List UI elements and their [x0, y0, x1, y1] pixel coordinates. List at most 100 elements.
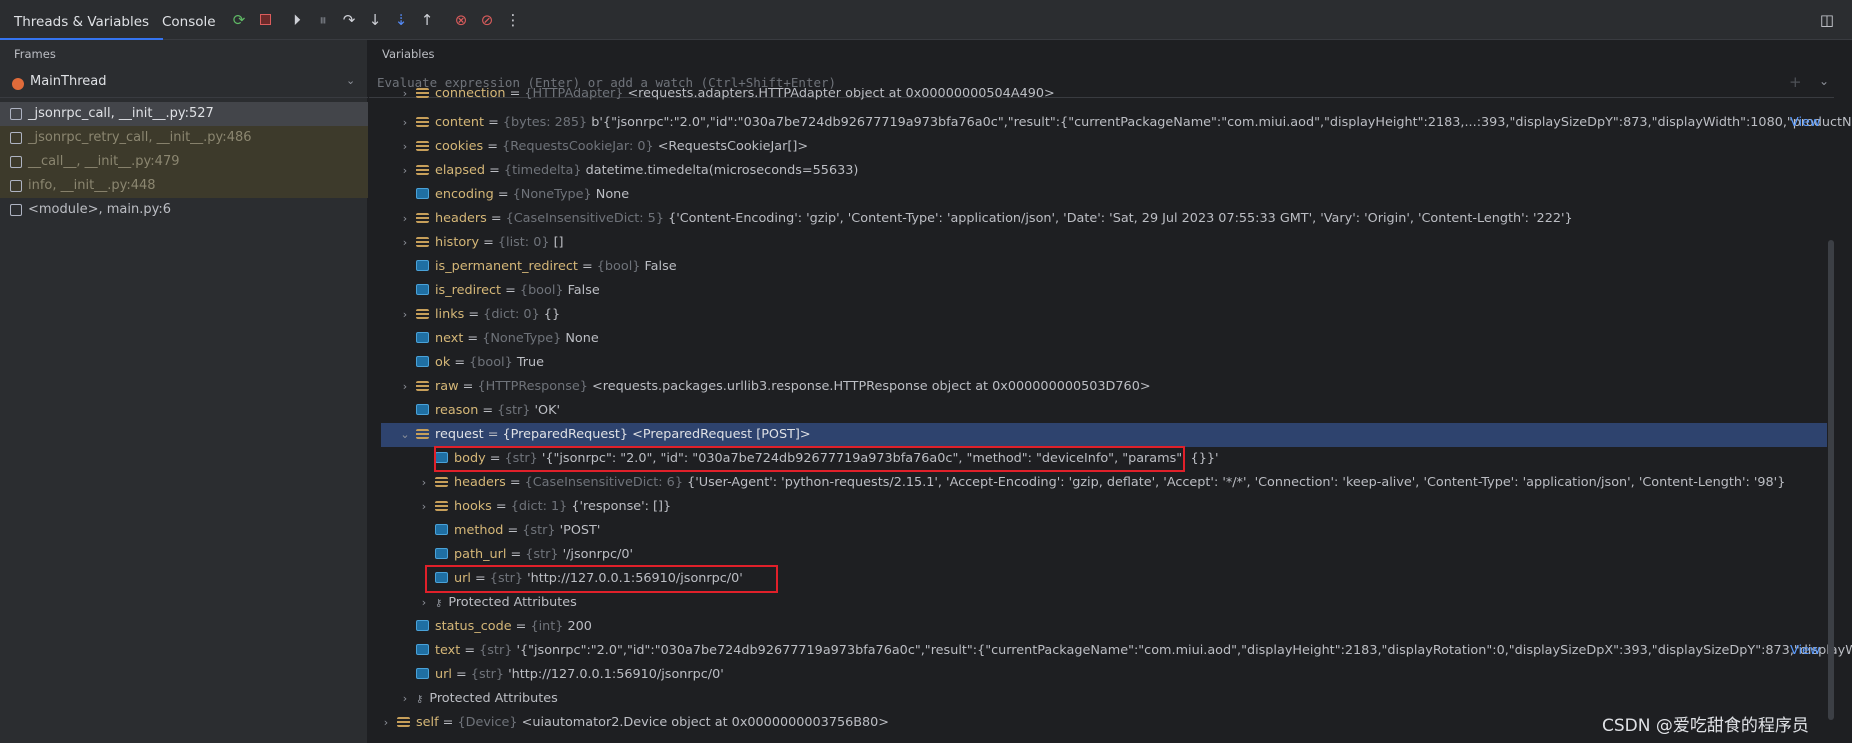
var-row-request-protected-attributes[interactable]: › ⚷ Protected Attributes [417, 591, 577, 615]
frame-icon [10, 108, 22, 120]
var-row-ok[interactable]: ok = {bool} True [398, 351, 544, 375]
chevron-down-icon[interactable]: ⌄ [1819, 74, 1829, 88]
vertical-scrollbar[interactable] [1828, 240, 1834, 720]
highlight-box-body [434, 446, 1185, 472]
var-row-protected-attributes[interactable]: › ⚷ Protected Attributes [398, 687, 558, 711]
var-row-reason[interactable]: reason = {str} 'OK' [398, 399, 560, 423]
object-icon [416, 309, 429, 319]
frame-icon [10, 132, 22, 144]
thread-name: MainThread [30, 74, 107, 89]
key-icon: ⚷ [416, 694, 424, 705]
var-row-request-headers[interactable]: › headers = {CaseInsensitiveDict: 6} {'Us… [417, 471, 1786, 495]
collapse-chevron-icon[interactable]: ⌄ [398, 423, 412, 447]
var-row-request-hooks[interactable]: › hooks = {dict: 1} {'response': []} [417, 495, 671, 519]
var-row-is-permanent-redirect[interactable]: is_permanent_redirect = {bool} False [398, 255, 677, 279]
pause-icon[interactable]: ⏸ [314, 11, 332, 29]
field-icon [435, 524, 448, 535]
view-link[interactable]: View [1790, 639, 1820, 663]
var-row-encoding[interactable]: encoding = {NoneType} None [398, 183, 629, 207]
object-icon [397, 717, 410, 727]
frame-item[interactable]: _jsonrpc_retry_call, __init__.py:486 [0, 126, 368, 150]
expand-chevron-icon[interactable]: › [398, 207, 412, 231]
frame-item[interactable]: _jsonrpc_call, __init__.py:527 [0, 102, 368, 126]
object-icon [416, 381, 429, 391]
mute-breakpoints-icon[interactable]: ⊘ [478, 11, 496, 29]
var-row-request[interactable]: ⌄ request = {PreparedRequest} <PreparedRe… [381, 423, 1827, 447]
var-row-elapsed[interactable]: › elapsed = {timedelta} datetime.timedelt… [398, 159, 859, 183]
var-row-request-path-url[interactable]: path_url = {str} '/jsonrpc/0' [417, 543, 633, 567]
field-icon [416, 332, 429, 343]
frame-icon [10, 204, 22, 216]
expand-chevron-icon[interactable]: › [398, 375, 412, 399]
frames-header: Frames [14, 47, 56, 61]
expand-chevron-icon[interactable]: › [379, 711, 393, 735]
object-icon [435, 501, 448, 511]
step-over-icon[interactable]: ↷ [340, 11, 358, 29]
field-icon [435, 548, 448, 559]
object-icon [416, 213, 429, 223]
field-icon [416, 356, 429, 367]
frame-item[interactable]: <module>, main.py:6 [0, 198, 368, 222]
var-row-request-method[interactable]: method = {str} 'POST' [417, 519, 600, 543]
expand-chevron-icon[interactable]: › [398, 303, 412, 327]
expand-chevron-icon[interactable]: › [398, 135, 412, 159]
var-row-headers[interactable]: › headers = {CaseInsensitiveDict: 5} {'Co… [398, 207, 1573, 231]
var-row-links[interactable]: › links = {dict: 0} {} [398, 303, 560, 327]
field-icon [416, 404, 429, 415]
var-row-text[interactable]: text = {str} '{"jsonrpc":"2.0","id":"030… [398, 639, 1852, 663]
tab-threads-variables[interactable]: Threads & Variables [0, 0, 164, 40]
var-row-self[interactable]: › self = {Device} <uiautomator2.Device ob… [379, 711, 889, 735]
field-icon [416, 668, 429, 679]
view-breakpoints-icon[interactable]: ⊗ [452, 11, 470, 29]
watermark: CSDN @爱吃甜食的程序员 [1602, 716, 1809, 736]
thread-status-icon [12, 78, 24, 90]
var-row-url[interactable]: url = {str} 'http://127.0.0.1:56910/json… [398, 663, 724, 687]
var-row-raw[interactable]: › raw = {HTTPResponse} <requests.packages… [398, 375, 1151, 399]
rerun-icon[interactable]: ⟳ [230, 11, 248, 29]
expand-chevron-icon[interactable]: › [417, 495, 431, 519]
thread-selector[interactable]: MainThread ⌄ [0, 70, 368, 98]
highlight-box-url [425, 565, 778, 593]
field-icon [416, 284, 429, 295]
expand-chevron-icon[interactable]: › [417, 471, 431, 495]
var-row-history[interactable]: › history = {list: 0} [] [398, 231, 564, 255]
object-icon [416, 429, 429, 439]
step-into-icon[interactable]: ↓ [366, 11, 384, 29]
tab-console[interactable]: Console [148, 0, 230, 40]
var-row-status-code[interactable]: status_code = {int} 200 [398, 615, 592, 639]
var-row-connection[interactable]: › connection = {HTTPAdapter} <requests.ad… [398, 88, 1055, 100]
var-row-content[interactable]: › content = {bytes: 285} b'{"jsonrpc":"2.… [398, 111, 1852, 135]
expand-chevron-icon[interactable]: › [398, 159, 412, 183]
frame-icon [10, 180, 22, 192]
step-into-my-code-icon[interactable]: ⇣ [392, 11, 410, 29]
resume-icon[interactable]: ⏵ [288, 11, 306, 29]
debugger-panel: Threads & Variables Console ⟳ ⏵ ⏸ ↷ ↓ ⇣ … [0, 0, 1852, 743]
expand-chevron-icon[interactable]: › [398, 687, 412, 711]
view-link[interactable]: View [1790, 111, 1820, 135]
frame-icon [10, 156, 22, 168]
expand-chevron-icon[interactable]: › [398, 231, 412, 255]
object-icon [416, 165, 429, 175]
object-icon [416, 141, 429, 151]
more-options-icon[interactable]: ⋮ [504, 11, 522, 29]
debug-toolbar: Threads & Variables Console ⟳ ⏵ ⏸ ↷ ↓ ⇣ … [0, 0, 1852, 40]
field-icon [416, 188, 429, 199]
frame-item[interactable]: info, __init__.py:448 [0, 174, 368, 198]
field-icon [416, 260, 429, 271]
step-out-icon[interactable]: ↑ [418, 11, 436, 29]
var-row-next[interactable]: next = {NoneType} None [398, 327, 599, 351]
chevron-down-icon: ⌄ [346, 74, 356, 87]
field-icon [416, 620, 429, 631]
variables-header: Variables [382, 47, 435, 61]
expand-chevron-icon[interactable]: › [398, 88, 412, 99]
object-icon [416, 88, 429, 98]
layout-settings-icon[interactable]: ◫ [1818, 11, 1836, 29]
frame-item[interactable]: __call__, __init__.py:479 [0, 150, 368, 174]
expand-chevron-icon[interactable]: › [398, 111, 412, 135]
object-icon [435, 477, 448, 487]
stop-button[interactable] [256, 11, 274, 29]
add-watch-icon[interactable]: + [1789, 73, 1802, 91]
var-row-is-redirect[interactable]: is_redirect = {bool} False [398, 279, 600, 303]
var-row-cookies[interactable]: › cookies = {RequestsCookieJar: 0} <Reque… [398, 135, 808, 159]
expand-chevron-icon[interactable]: › [417, 591, 431, 615]
